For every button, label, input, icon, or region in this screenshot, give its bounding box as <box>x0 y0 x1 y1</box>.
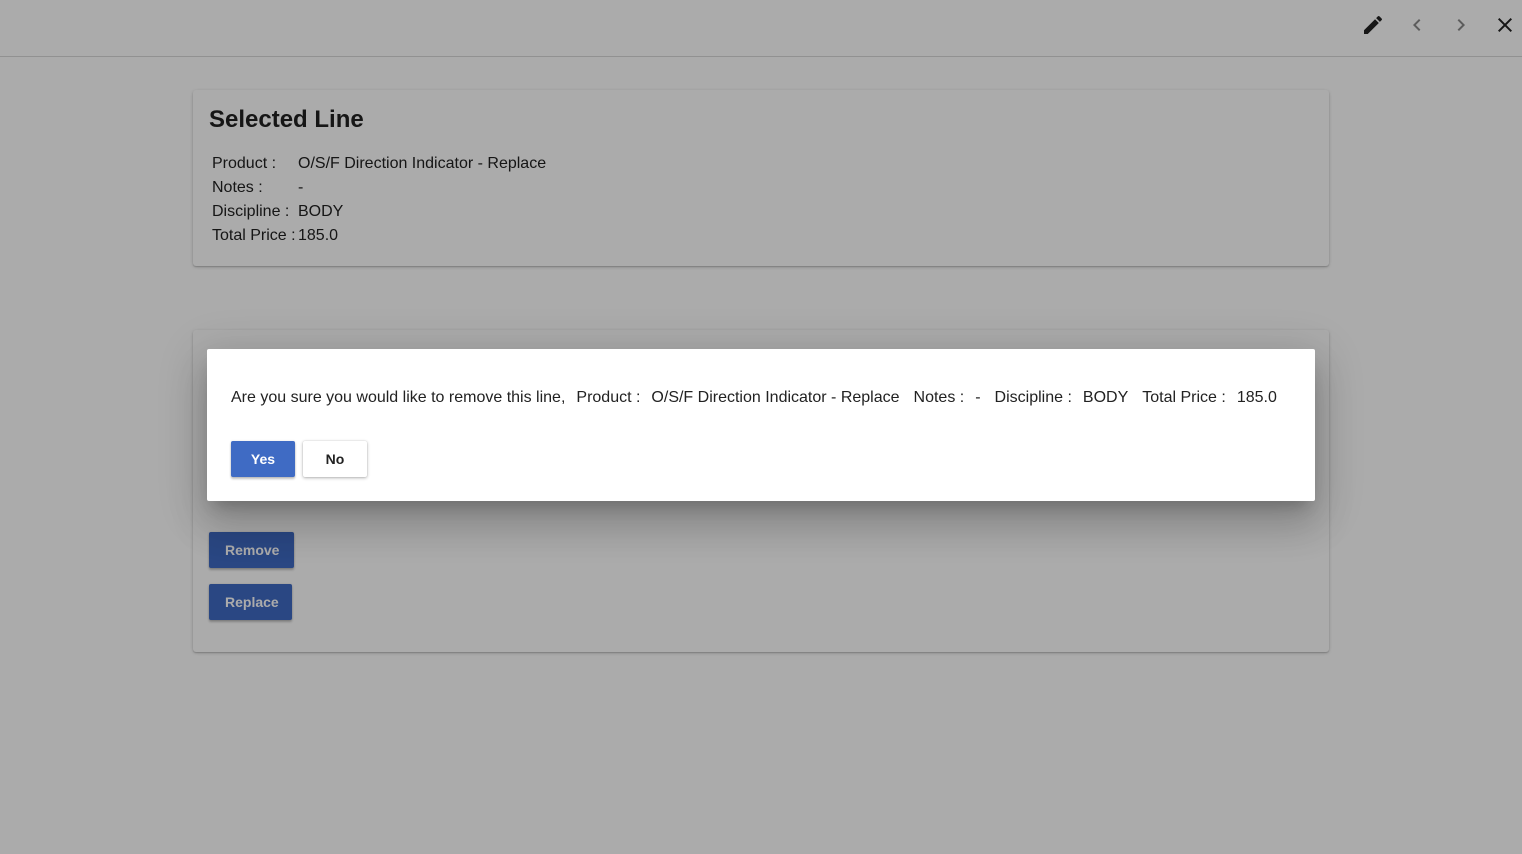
confirm-remove-dialog: Are you sure you would like to remove th… <box>207 349 1315 501</box>
yes-button[interactable]: Yes <box>231 441 295 477</box>
dialog-product-label: Product : <box>576 389 641 406</box>
dialog-discipline-label: Discipline : <box>994 389 1072 406</box>
dialog-product-value: O/S/F Direction Indicator - Replace <box>651 389 900 406</box>
dialog-question: Are you sure you would like to remove th… <box>231 389 566 406</box>
dialog-discipline-value: BODY <box>1082 389 1129 406</box>
dialog-notes-label: Notes : <box>913 389 965 406</box>
dialog-message: Are you sure you would like to remove th… <box>231 387 1277 409</box>
dialog-total-price-label: Total Price : <box>1142 389 1226 406</box>
dialog-total-price-value: 185.0 <box>1236 389 1277 406</box>
dialog-notes-value: - <box>975 389 981 406</box>
no-button[interactable]: No <box>303 441 367 477</box>
